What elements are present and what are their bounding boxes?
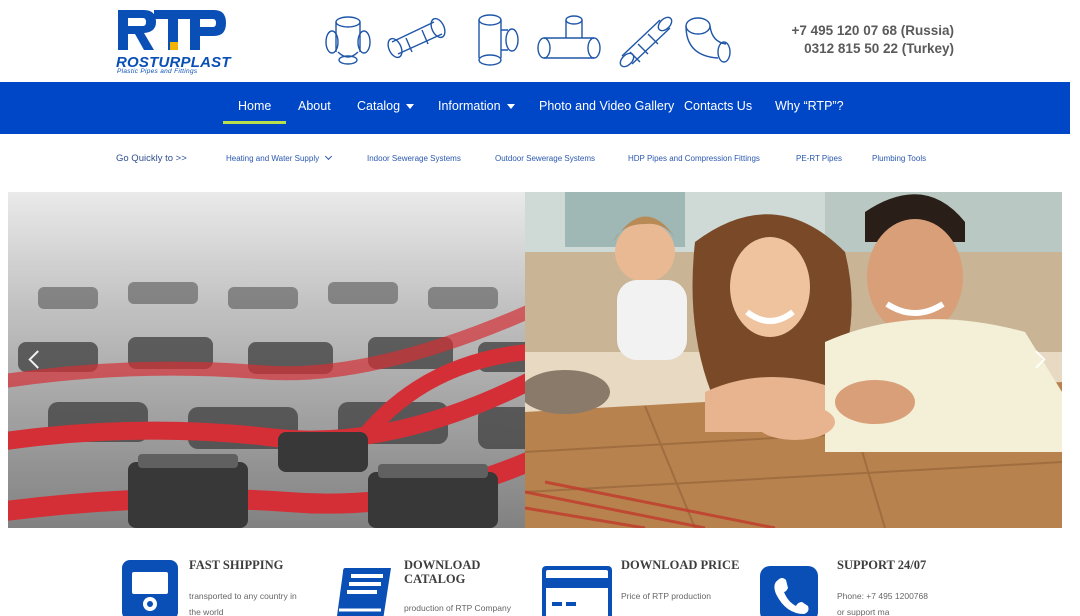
feature-title-text: DOWNLOAD CATALOG (404, 558, 481, 586)
feature-text-line: production of RTP Company (404, 603, 511, 613)
nav-item-label: Home (238, 99, 272, 113)
hero-slider (8, 192, 1062, 528)
quick-link-indoor-sewerage[interactable]: Indoor Sewerage Systems (367, 154, 461, 163)
phone-russia[interactable]: +7 495 120 07 68 (Russia) (792, 22, 955, 40)
feature-text-line: Phone: +7 495 1200768 (837, 591, 928, 601)
feature-download-price[interactable]: DOWNLOAD PRICE Price of RTP production (540, 556, 750, 616)
nav-item-label: Information (438, 99, 501, 113)
quick-link-heating[interactable]: Heating and Water Supply (226, 152, 333, 163)
quick-links-bar: Go Quickly to >> Heating and Water Suppl… (0, 134, 1080, 186)
nav-item-label: Why “RTP”? (775, 99, 844, 113)
compression-union-icon (619, 16, 673, 68)
quick-link-label: Heating and Water Supply (226, 154, 320, 163)
rtp-logo-mark (118, 10, 226, 50)
phone-icon (760, 566, 818, 616)
caret-down-icon (506, 104, 515, 109)
phone-turkey[interactable]: 0312 815 50 22 (Turkey) (792, 40, 954, 58)
elbow-fitting-icon (685, 17, 731, 63)
feature-fast-shipping[interactable]: FAST SHIPPING transported to any country… (120, 556, 320, 616)
feature-title: DOWNLOAD PRICE (621, 558, 740, 572)
quick-link-pe-rt-pipes[interactable]: PE-RT Pipes (796, 154, 842, 163)
site-header: ROSTURPLAST Plastic Pipes and Fittings +… (0, 0, 1080, 82)
feature-support[interactable]: SUPPORT 24/07 Phone: +7 495 1200768 or s… (760, 556, 960, 616)
nav-item-information[interactable]: Information (438, 82, 515, 134)
feature-text-line: transported to any country in (189, 591, 297, 601)
quick-link-label: PE-RT Pipes (796, 154, 842, 163)
underfloor-heating-image (8, 192, 525, 528)
main-navigation: Home About Catalog Information Photo and… (0, 82, 1070, 134)
tee-fitting-icon (478, 14, 519, 66)
cross-fitting-icon (325, 16, 371, 65)
nav-item-about[interactable]: About (298, 82, 331, 134)
slide-image-heating-pipes (8, 192, 525, 528)
quick-link-label: Outdoor Sewerage Systems (495, 154, 596, 163)
nav-item-gallery[interactable]: Photo and Video Gallery (539, 82, 674, 134)
feature-title: DOWNLOAD CATALOG (404, 558, 494, 586)
feature-text-line: the world (189, 607, 224, 616)
feature-text-line: Price of RTP production (621, 591, 711, 601)
nav-item-label: Contacts Us (684, 99, 753, 113)
nav-item-catalog[interactable]: Catalog (357, 82, 415, 134)
coupling-fitting-icon (387, 17, 446, 59)
feature-title: FAST SHIPPING (189, 558, 284, 572)
logo-tagline: Plastic Pipes and Fittings (117, 68, 198, 75)
quick-link-hdp-pipes[interactable]: HDP Pipes and Compression Fittings (628, 154, 760, 163)
quick-link-label: Indoor Sewerage Systems (367, 154, 461, 163)
credit-card-icon (542, 566, 612, 616)
slider-prev-arrow[interactable] (26, 347, 44, 373)
header-phones: +7 495 120 07 68 (Russia) 0312 815 50 22… (792, 22, 955, 58)
caret-down-icon (406, 104, 415, 109)
quick-link-plumbing-tools[interactable]: Plumbing Tools (872, 154, 926, 163)
pipe-fittings-illustration (325, 14, 731, 68)
nav-item-label: Photo and Video Gallery (539, 99, 675, 113)
site-logo[interactable]: ROSTURPLAST Plastic Pipes and Fittings (116, 6, 231, 76)
nav-item-why-rtp[interactable]: Why “RTP”? (775, 82, 844, 134)
book-icon (337, 568, 391, 616)
reducer-tee-fitting-icon (537, 15, 601, 59)
slide-image-family (525, 192, 1062, 528)
quick-link-outdoor-sewerage[interactable]: Outdoor Sewerage Systems (495, 154, 595, 163)
quick-link-label: HDP Pipes and Compression Fittings (628, 154, 760, 163)
quick-link-label: Plumbing Tools (872, 154, 927, 163)
truck-icon (122, 560, 178, 616)
feature-download-catalog[interactable]: DOWNLOAD CATALOG production of RTP Compa… (331, 556, 531, 616)
nav-item-label: Catalog (357, 99, 401, 113)
slider-next-arrow[interactable] (1030, 347, 1048, 373)
nav-item-label: About (298, 99, 331, 113)
nav-item-home[interactable]: Home (222, 82, 287, 134)
nav-item-contacts[interactable]: Contacts Us (684, 82, 752, 134)
feature-title: SUPPORT 24/07 (837, 558, 927, 572)
quick-links-label: Go Quickly to >> (116, 153, 187, 164)
family-on-floor-image (525, 192, 1062, 528)
feature-text-line: or support ma (837, 607, 890, 616)
chevron-down-icon (325, 152, 333, 161)
